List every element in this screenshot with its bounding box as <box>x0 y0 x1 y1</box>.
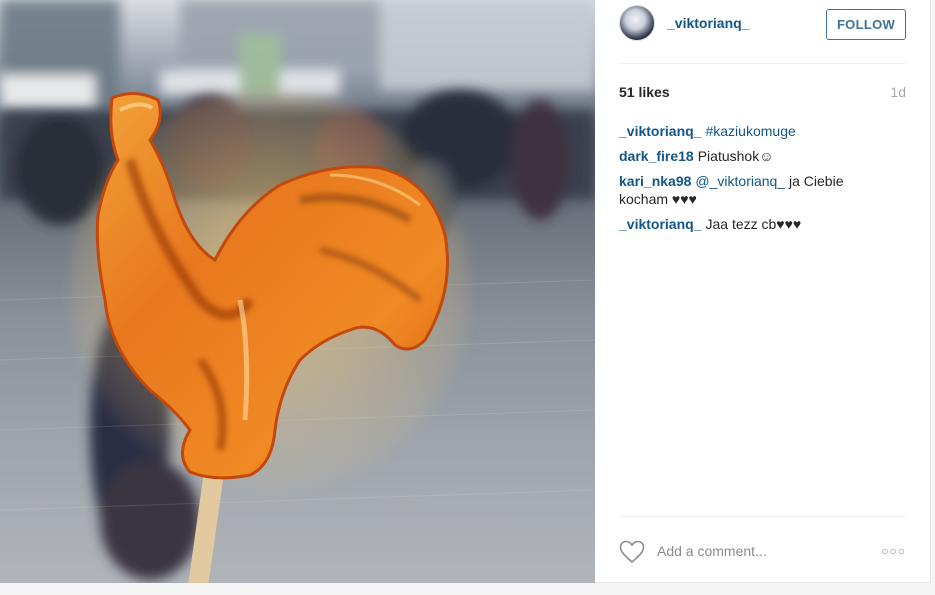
comment-item: _viktorianq_ #kaziukomuge <box>619 122 889 140</box>
comment-item: kari_nka98 @_viktorianq_ ja Ciebie kocham… <box>619 172 889 208</box>
author-username[interactable]: _viktorianq_ <box>667 15 749 31</box>
comment-hashtag[interactable]: #kaziukomuge <box>705 123 795 139</box>
post-sidebar: _viktorianq_ FOLLOW 51 likes 1d _viktori… <box>595 0 931 583</box>
comment-mention[interactable]: @_viktorianq_ <box>695 173 785 189</box>
comment-item: _viktorianq_ Jaa tezz cb♥♥♥ <box>619 215 889 233</box>
post-header: _viktorianq_ FOLLOW <box>619 0 906 64</box>
follow-button[interactable]: FOLLOW <box>826 9 906 40</box>
comment-username[interactable]: _viktorianq_ <box>619 123 701 139</box>
post-footer: ○○○ <box>619 516 906 584</box>
post-photo[interactable] <box>0 0 595 583</box>
comment-username[interactable]: dark_fire18 <box>619 148 694 164</box>
heart-icon[interactable] <box>619 540 645 564</box>
comment-text: Jaa tezz cb♥♥♥ <box>705 216 802 232</box>
avatar[interactable] <box>619 5 655 41</box>
comment-list: _viktorianq_ #kaziukomuge dark_fire18 Piat… <box>619 122 889 240</box>
more-options-icon[interactable]: ○○○ <box>880 543 906 559</box>
post-timestamp[interactable]: 1d <box>890 84 906 100</box>
comment-text: Piatushok☺ <box>697 148 774 164</box>
add-comment-input[interactable] <box>657 539 857 563</box>
comment-username[interactable]: _viktorianq_ <box>619 216 701 232</box>
likes-count[interactable]: 51 likes <box>619 84 670 100</box>
instagram-post: _viktorianq_ FOLLOW 51 likes 1d _viktori… <box>0 0 931 583</box>
rooster-lollipop-photo <box>0 0 595 583</box>
comment-username[interactable]: kari_nka98 <box>619 173 691 189</box>
comment-item: dark_fire18 Piatushok☺ <box>619 147 889 165</box>
